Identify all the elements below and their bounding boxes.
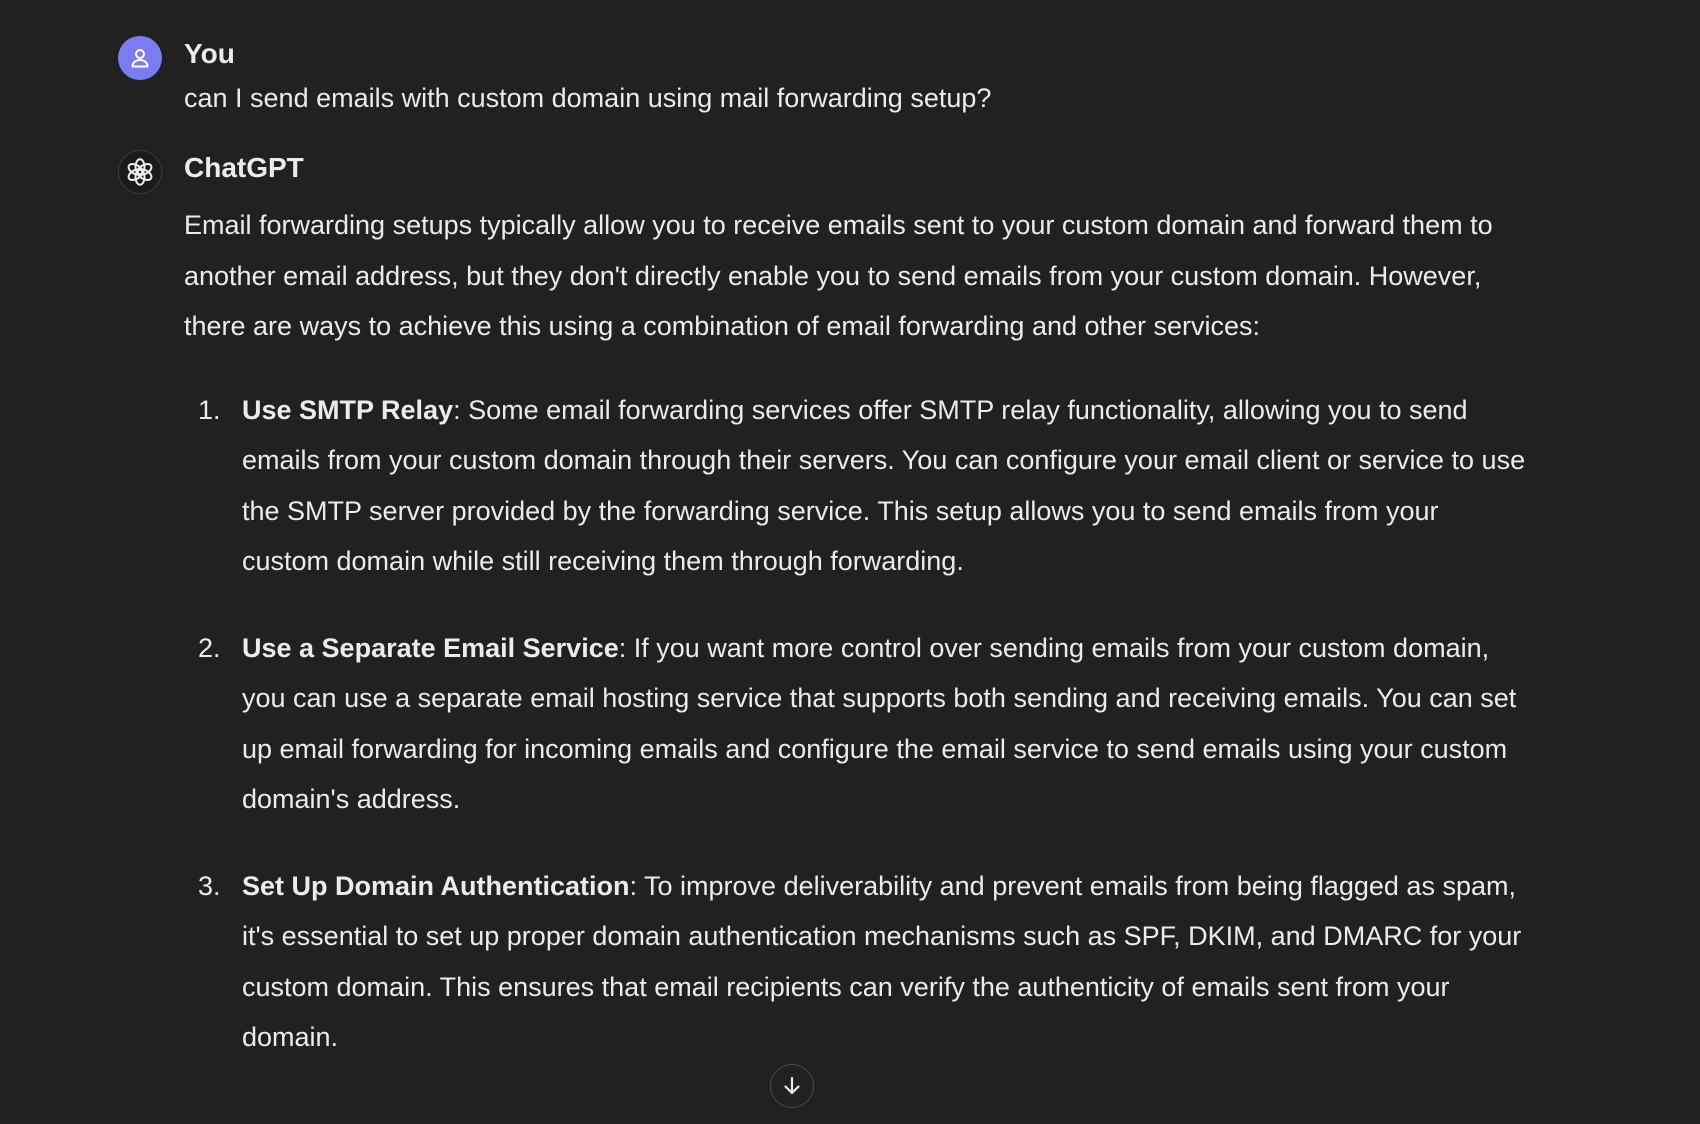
user-avatar <box>118 36 162 80</box>
assistant-message: ChatGPT Email forwarding setups typicall… <box>118 148 1525 1099</box>
user-message: You can I send emails with custom domain… <box>118 34 1508 118</box>
assistant-avatar <box>118 150 162 194</box>
scroll-to-bottom-button[interactable] <box>770 1064 814 1108</box>
list-item: 3. Set Up Domain Authentication: To impr… <box>184 861 1526 1063</box>
user-message-text: can I send emails with custom domain usi… <box>184 83 992 113</box>
assistant-intro-paragraph: Email forwarding setups typically allow … <box>184 210 1493 341</box>
user-author-name: You <box>184 38 235 69</box>
openai-logo-icon <box>127 158 153 186</box>
list-item-number: 2. <box>198 632 221 663</box>
list-item-number: 1. <box>198 394 221 425</box>
list-item: 2. Use a Separate Email Service: If you … <box>184 623 1526 825</box>
list-item-title: Set Up Domain Authentication <box>242 870 630 901</box>
list-item-title: Use SMTP Relay <box>242 394 454 425</box>
conversation-thread: You can I send emails with custom domain… <box>0 0 1700 1124</box>
list-item-number: 3. <box>198 870 221 901</box>
user-icon <box>131 49 149 68</box>
assistant-author-name: ChatGPT <box>184 152 304 183</box>
arrow-down-icon <box>784 1076 800 1095</box>
assistant-numbered-list: 1. Use SMTP Relay: Some email forwarding… <box>184 385 1525 1063</box>
list-item: 1. Use SMTP Relay: Some email forwarding… <box>184 385 1526 587</box>
list-item-title: Use a Separate Email Service <box>242 632 619 663</box>
